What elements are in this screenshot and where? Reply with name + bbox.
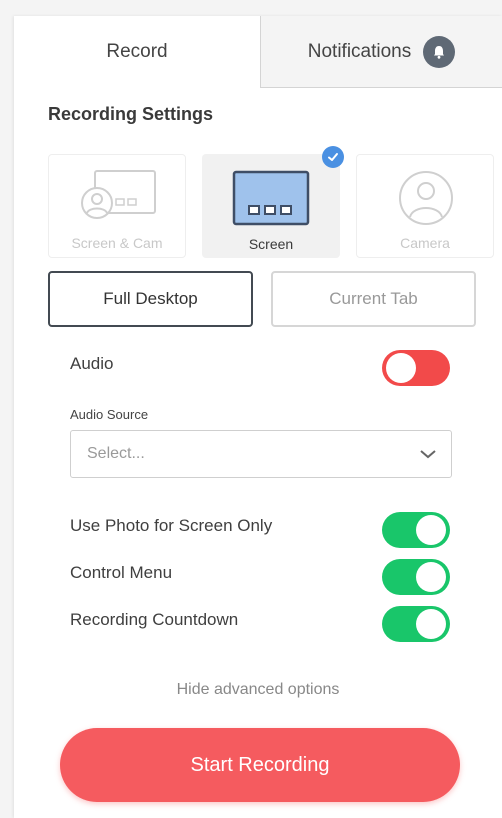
recording-countdown-label: Recording Countdown <box>70 610 239 629</box>
mode-camera[interactable]: Camera <box>356 154 494 258</box>
audio-source-select[interactable]: Select... <box>70 430 452 478</box>
screen-and-cam-icon <box>81 170 156 219</box>
tab-notifications-label: Notifications <box>307 40 412 62</box>
current-tab-button[interactable]: Current Tab <box>271 271 476 327</box>
audio-label: Audio <box>70 354 114 373</box>
tab-notifications[interactable]: Notifications <box>260 16 502 88</box>
tab-record-label: Record <box>106 41 168 62</box>
section-title: Recording Settings <box>48 104 214 124</box>
start-recording-button[interactable]: Start Recording <box>60 728 460 802</box>
control-menu-toggle[interactable] <box>382 559 450 595</box>
toggle-knob <box>386 353 416 383</box>
screen-icon <box>232 170 310 226</box>
audio-toggle[interactable] <box>382 350 450 386</box>
bell-icon <box>423 35 456 68</box>
use-photo-label: Use Photo for Screen Only <box>70 516 273 535</box>
audio-source-label: Audio Source <box>70 407 149 422</box>
mode-label: Screen <box>248 236 294 252</box>
tab-bar: Record Notifications <box>14 16 502 88</box>
mode-screen-and-cam[interactable]: Screen & Cam <box>48 154 186 258</box>
hide-advanced-options-link[interactable]: Hide advanced options <box>14 681 502 699</box>
mode-screen[interactable]: Screen <box>202 154 340 258</box>
chevron-down-icon <box>420 450 436 459</box>
start-recording-label: Start Recording <box>190 753 330 776</box>
checkmark-icon <box>322 146 344 168</box>
toggle-knob <box>416 515 446 545</box>
camera-user-icon <box>399 171 453 225</box>
mode-label: Screen & Cam <box>71 235 163 251</box>
tab-record[interactable]: Record <box>14 16 260 88</box>
mode-label: Camera <box>400 235 450 251</box>
use-photo-toggle[interactable] <box>382 512 450 548</box>
full-desktop-label: Full Desktop <box>103 289 198 308</box>
full-desktop-button[interactable]: Full Desktop <box>48 271 253 327</box>
recording-countdown-toggle[interactable] <box>382 606 450 642</box>
recorder-panel: Record Notifications Recording Settings … <box>14 16 502 818</box>
current-tab-label: Current Tab <box>329 289 418 308</box>
control-menu-label: Control Menu <box>70 563 173 582</box>
toggle-knob <box>416 609 446 639</box>
toggle-knob <box>416 562 446 592</box>
audio-source-value: Select... <box>87 445 145 462</box>
